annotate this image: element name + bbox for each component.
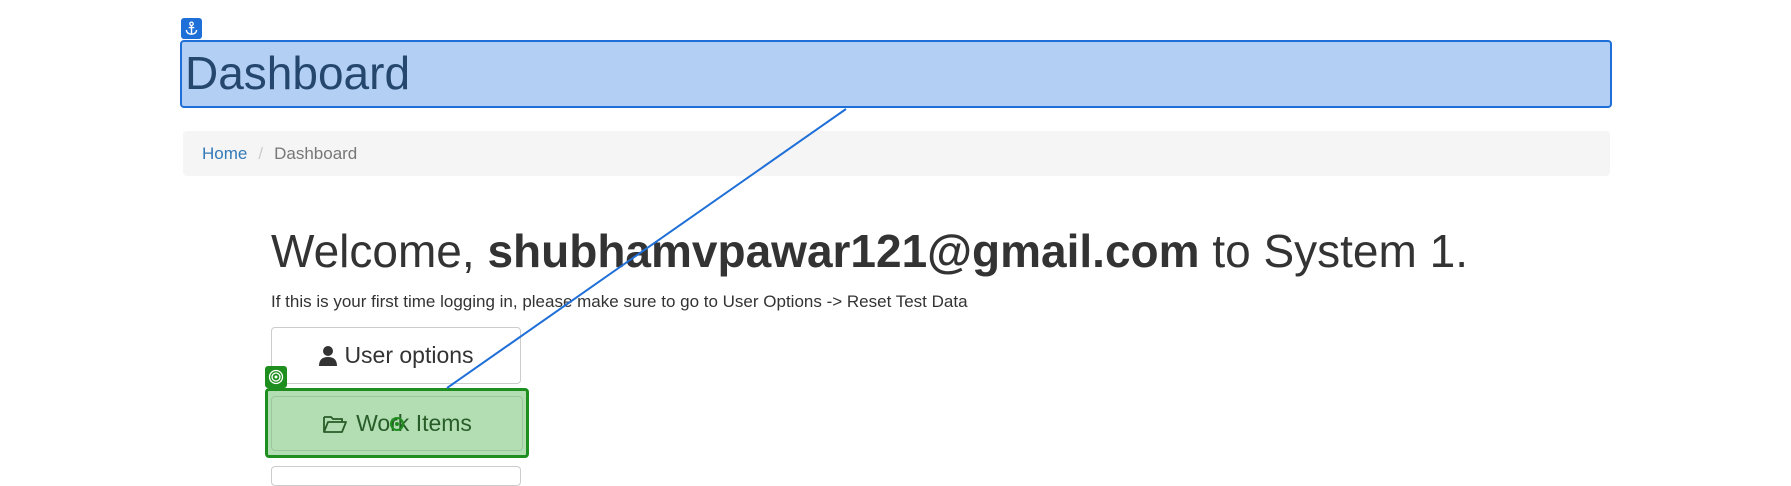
- user-options-label: User options: [344, 342, 474, 368]
- target-icon: [268, 369, 284, 385]
- page-title-highlight: Dashboard: [180, 40, 1612, 108]
- welcome-prefix: Welcome,: [271, 225, 488, 277]
- work-items-highlight: Work Items: [265, 388, 529, 458]
- anchor-badge: [181, 18, 202, 39]
- first-login-notice: If this is your first time logging in, p…: [271, 292, 968, 311]
- breadcrumb: Home / Dashboard: [183, 131, 1610, 176]
- user-icon: [319, 345, 338, 366]
- welcome-email: shubhamvpawar121@gmail.com: [487, 225, 1200, 277]
- target-badge: [265, 366, 287, 388]
- breadcrumb-separator: /: [258, 144, 264, 163]
- anchor-icon: [185, 21, 198, 35]
- welcome-heading: Welcome, shubhamvpawar121@gmail.com to S…: [271, 224, 1468, 278]
- breadcrumb-home-link[interactable]: Home: [202, 144, 247, 163]
- folder-open-icon: [323, 415, 347, 433]
- next-option-button[interactable]: [271, 466, 521, 486]
- welcome-suffix: to System 1.: [1199, 225, 1468, 277]
- user-options-button[interactable]: User options: [271, 327, 521, 384]
- work-items-button[interactable]: Work Items: [271, 396, 523, 451]
- page-title: Dashboard: [185, 47, 411, 99]
- work-items-label: Work Items: [356, 410, 472, 436]
- breadcrumb-current: Dashboard: [274, 144, 358, 163]
